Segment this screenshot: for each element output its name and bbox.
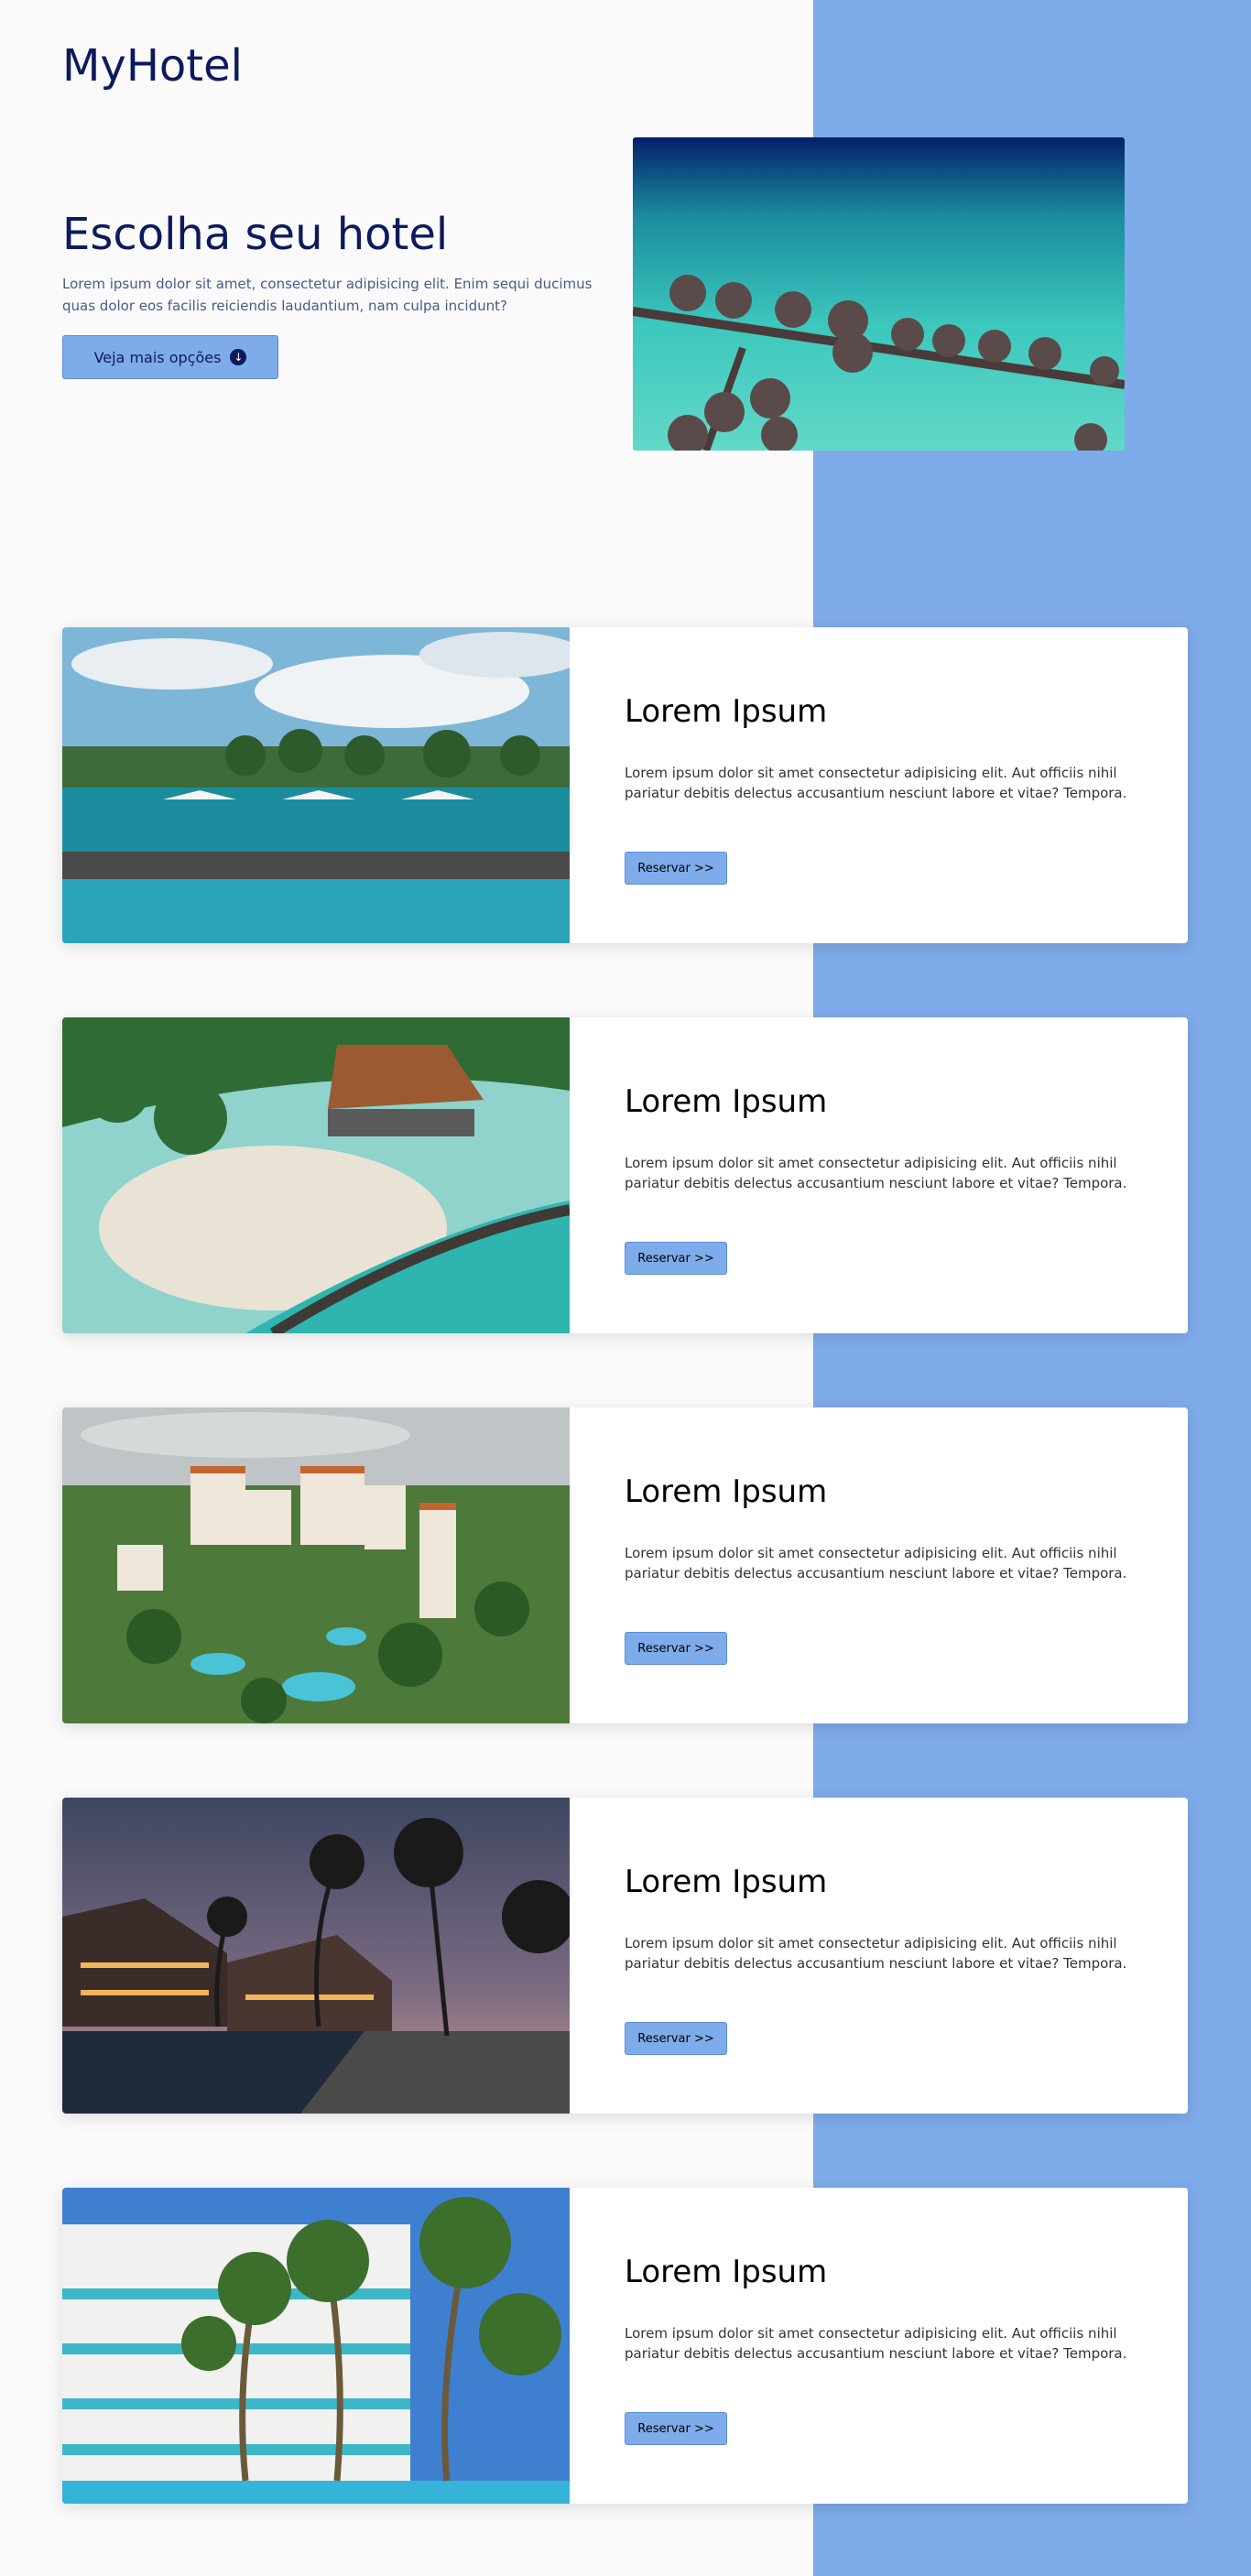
reserve-button[interactable]: Reservar >> [625, 852, 727, 885]
hotel-image-palm-hotel [62, 2188, 570, 2504]
hero-image-overwater-bungalows [633, 137, 1125, 451]
reserve-button[interactable]: Reservar >> [625, 2412, 727, 2445]
hotel-card-description: Lorem ipsum dolor sit amet consectetur a… [625, 2325, 1127, 2362]
hotel-image-beach-resort [62, 1017, 570, 1333]
hotel-card: Lorem Ipsum Lorem ipsum dolor sit amet c… [62, 1408, 1188, 1723]
hotel-image-pool [62, 627, 570, 943]
reserve-button[interactable]: Reservar >> [625, 1632, 727, 1665]
hotel-card-title: Lorem Ipsum [625, 1083, 828, 1120]
hero-description: Lorem ipsum dolor sit amet, consectetur … [62, 276, 593, 314]
hotel-card: Lorem Ipsum Lorem ipsum dolor sit amet c… [62, 2188, 1188, 2504]
hotel-card-description: Lorem ipsum dolor sit amet consectetur a… [625, 1155, 1127, 1191]
reserve-button[interactable]: Reservar >> [625, 2022, 727, 2055]
hotel-card: Lorem Ipsum Lorem ipsum dolor sit amet c… [62, 627, 1188, 943]
download-circle-icon: ↓ [230, 349, 247, 365]
see-more-options-button[interactable]: Veja mais opções ↓ [62, 335, 278, 379]
hotel-card-description: Lorem ipsum dolor sit amet consectetur a… [625, 1545, 1127, 1581]
hotel-image-resort-complex [62, 1408, 570, 1723]
see-more-options-label: Veja mais opções [93, 348, 222, 366]
brand-logo[interactable]: MyHotel [62, 40, 243, 92]
hotel-card-title: Lorem Ipsum [625, 1864, 828, 1900]
reserve-button[interactable]: Reservar >> [625, 1242, 727, 1275]
hotel-card: Lorem Ipsum Lorem ipsum dolor sit amet c… [62, 1017, 1188, 1333]
hero-title: Escolha seu hotel [62, 209, 449, 260]
hotel-card-description: Lorem ipsum dolor sit amet consectetur a… [625, 765, 1127, 801]
hotel-card-description: Lorem ipsum dolor sit amet consectetur a… [625, 1935, 1127, 1972]
hotel-image-night-resort [62, 1798, 570, 2114]
hotel-card-title: Lorem Ipsum [625, 2254, 828, 2290]
hotel-card-title: Lorem Ipsum [625, 1473, 828, 1510]
hotel-card: Lorem Ipsum Lorem ipsum dolor sit amet c… [62, 1798, 1188, 2114]
hotel-card-title: Lorem Ipsum [625, 693, 828, 730]
